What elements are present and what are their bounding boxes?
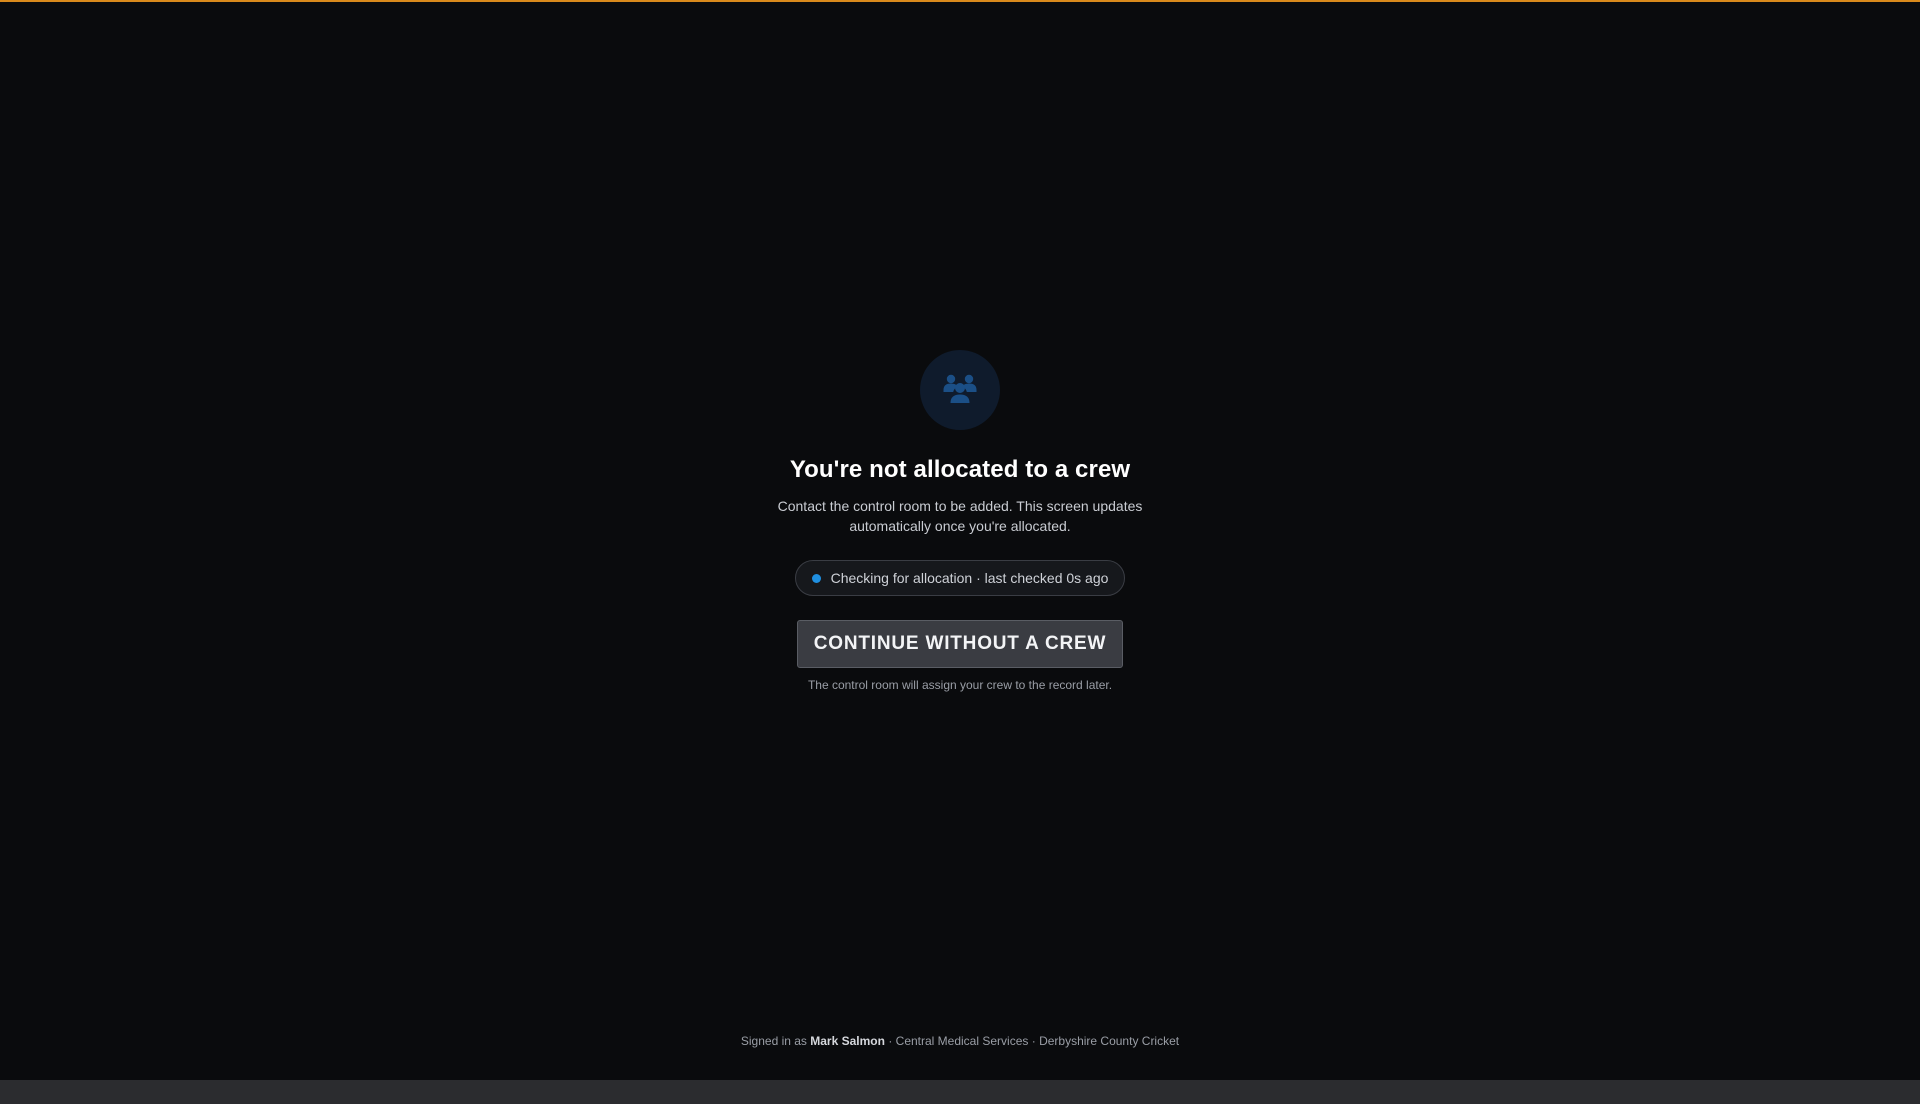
bottom-system-bar — [0, 1080, 1920, 1104]
empty-state-panel: You're not allocated to a crew Contact t… — [0, 350, 1920, 692]
status-dot-icon — [811, 573, 821, 583]
allocation-status-text: Checking for allocation · last checked 0… — [830, 570, 1109, 586]
page-title: You're not allocated to a crew — [789, 456, 1131, 483]
footer-organisation: Central Medical Services — [895, 1034, 1029, 1048]
continue-without-crew-button[interactable]: CONTINUE WITHOUT A CREW — [796, 620, 1124, 668]
continue-helper-text: The control room will assign your crew t… — [807, 678, 1113, 692]
page-subtitle: Contact the control room to be added. Th… — [777, 498, 1143, 534]
footer-prefix: Signed in as — [740, 1034, 807, 1048]
footer-separator: · — [1031, 1034, 1036, 1048]
footer-separator: · — [888, 1034, 893, 1048]
signed-in-footer: Signed in as Mark Salmon · Central Medic… — [0, 1034, 1920, 1048]
crew-icon-badge — [920, 350, 1000, 430]
signed-in-user-name: Mark Salmon — [810, 1034, 885, 1048]
footer-venue: Derbyshire County Cricket — [1039, 1034, 1180, 1048]
allocation-screen: You're not allocated to a crew Contact t… — [0, 2, 1920, 1080]
crew-group-icon — [943, 374, 977, 403]
allocation-status-pill: Checking for allocation · last checked 0… — [794, 560, 1126, 596]
